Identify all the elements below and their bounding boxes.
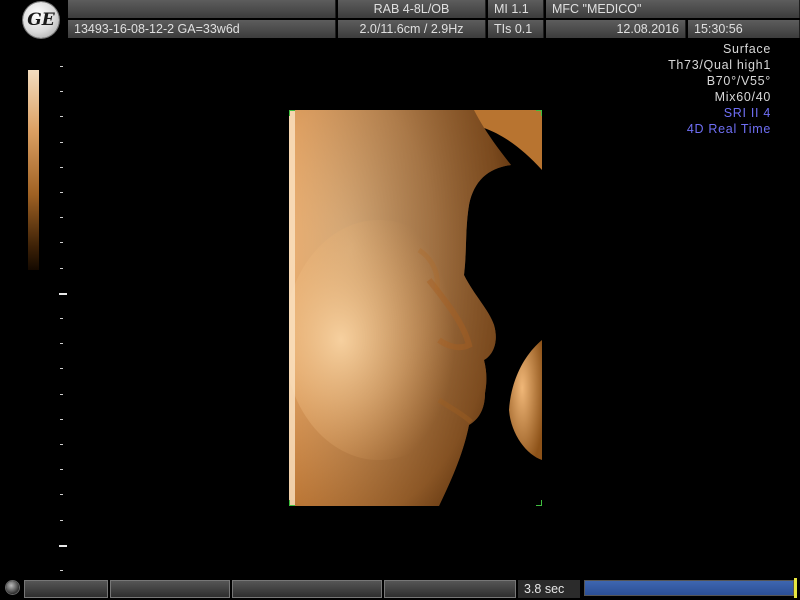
depth-tick <box>60 444 63 445</box>
depth-tick <box>60 343 63 345</box>
header-blank-cell <box>68 0 336 18</box>
depth-tick <box>60 166 63 168</box>
depth-major-tick <box>59 544 67 547</box>
patient-id-label: 13493-16-08-12-2 GA=33w6d <box>68 20 336 38</box>
depth-tick <box>60 469 63 471</box>
mix-label: Mix60/40 <box>714 90 771 104</box>
cine-progress-bar[interactable] <box>584 580 794 596</box>
tis-label: TIs 0.1 <box>488 20 544 38</box>
frame-corner-top-left <box>289 110 295 116</box>
depth-tick <box>60 318 63 319</box>
depth-tick <box>60 418 63 420</box>
render-viewport[interactable] <box>289 110 542 506</box>
cine-time-label: 3.8 sec <box>518 580 580 598</box>
angle-label: B70°/V55° <box>706 74 771 88</box>
imaging-settings-panel: Surface Th73/Qual high1 B70°/V55° Mix60/… <box>668 41 771 137</box>
depth-tick <box>60 192 63 193</box>
threshold-quality-label: Th73/Qual high1 <box>668 58 771 72</box>
institution-label: MFC "MEDICO" <box>546 0 800 18</box>
depth-tick <box>60 141 63 143</box>
depth-tick <box>60 368 63 370</box>
render-mode-label: Surface <box>723 42 771 56</box>
depth-major-tick <box>59 292 67 295</box>
probe-label: RAB 4-8L/OB <box>338 0 486 18</box>
depth-tick <box>60 116 63 118</box>
softkey-1[interactable] <box>24 580 108 598</box>
date-label: 12.08.2016 <box>546 20 686 38</box>
depth-tick <box>60 242 63 244</box>
depth-tick <box>60 393 63 395</box>
ge-logo-icon: GE <box>23 2 59 38</box>
depth-tick <box>60 570 63 571</box>
trackball-icon <box>6 581 19 594</box>
frame-corner-top-right <box>536 110 542 116</box>
fetal-face-render <box>289 110 542 506</box>
sri-label: SRI II 4 <box>723 106 771 120</box>
depth-tick <box>60 519 63 521</box>
depth-frequency-label: 2.0/11.6cm / 2.9Hz <box>338 20 486 38</box>
depth-tick <box>60 494 63 496</box>
softkey-2[interactable] <box>110 580 230 598</box>
depth-tick <box>60 91 63 93</box>
depth-tick <box>60 66 63 67</box>
depth-tick <box>60 217 63 219</box>
frame-corner-bottom-right <box>536 500 542 506</box>
time-label: 15:30:56 <box>688 20 800 38</box>
color-map-bar <box>28 70 39 270</box>
mi-label: MI 1.1 <box>488 0 544 18</box>
softkey-3[interactable] <box>232 580 382 598</box>
softkey-4[interactable] <box>384 580 516 598</box>
mode-4d-label: 4D Real Time <box>686 122 771 136</box>
frame-corner-bottom-left <box>289 500 295 506</box>
cine-progress-fill <box>585 581 793 595</box>
cine-end-marker <box>794 578 797 598</box>
depth-tick <box>60 267 63 269</box>
